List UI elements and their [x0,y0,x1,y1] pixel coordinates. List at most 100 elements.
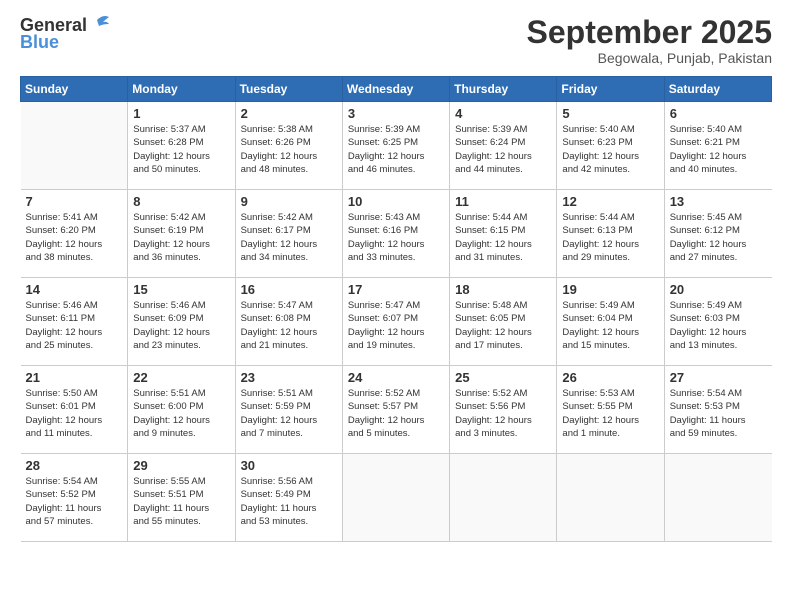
day-info: Sunrise: 5:39 AM Sunset: 6:24 PM Dayligh… [455,123,551,176]
day-info: Sunrise: 5:37 AM Sunset: 6:28 PM Dayligh… [133,123,229,176]
day-info: Sunrise: 5:41 AM Sunset: 6:20 PM Dayligh… [26,211,123,264]
weekday-header-thursday: Thursday [450,77,557,102]
calendar-day-cell: 22 Sunrise: 5:51 AM Sunset: 6:00 PM Dayli… [128,366,235,454]
title-section: September 2025 Begowala, Punjab, Pakista… [527,15,772,66]
day-info: Sunrise: 5:47 AM Sunset: 6:07 PM Dayligh… [348,299,444,352]
calendar-day-cell: 23 Sunrise: 5:51 AM Sunset: 5:59 PM Dayli… [235,366,342,454]
calendar-day-cell: 16 Sunrise: 5:47 AM Sunset: 6:08 PM Dayli… [235,278,342,366]
day-number: 14 [26,282,123,297]
calendar-day-cell: 2 Sunrise: 5:38 AM Sunset: 6:26 PM Daylig… [235,102,342,190]
day-number: 26 [562,370,658,385]
calendar-day-cell: 28 Sunrise: 5:54 AM Sunset: 5:52 PM Dayli… [21,454,128,542]
calendar-day-cell: 15 Sunrise: 5:46 AM Sunset: 6:09 PM Dayli… [128,278,235,366]
day-info: Sunrise: 5:50 AM Sunset: 6:01 PM Dayligh… [26,387,123,440]
calendar-day-cell: 13Sunrise: 5:45 AM Sunset: 6:12 PM Dayli… [664,190,771,278]
day-number: 15 [133,282,229,297]
day-info: Sunrise: 5:44 AM Sunset: 6:15 PM Dayligh… [455,211,551,264]
day-info: Sunrise: 5:54 AM Sunset: 5:53 PM Dayligh… [670,387,767,440]
weekday-header-friday: Friday [557,77,664,102]
day-info: Sunrise: 5:42 AM Sunset: 6:19 PM Dayligh… [133,211,229,264]
empty-cell [557,454,664,542]
day-number: 8 [133,194,229,209]
day-info: Sunrise: 5:39 AM Sunset: 6:25 PM Dayligh… [348,123,444,176]
day-number: 17 [348,282,444,297]
header: General Blue September 2025 Begowala, Pu… [20,15,772,66]
day-info: Sunrise: 5:48 AM Sunset: 6:05 PM Dayligh… [455,299,551,352]
calendar-day-cell: 21 Sunrise: 5:50 AM Sunset: 6:01 PM Dayli… [21,366,128,454]
day-number: 29 [133,458,229,473]
weekday-header-sunday: Sunday [21,77,128,102]
logo-blue: Blue [20,32,111,53]
day-info: Sunrise: 5:47 AM Sunset: 6:08 PM Dayligh… [241,299,337,352]
calendar-day-cell: 27 Sunrise: 5:54 AM Sunset: 5:53 PM Dayli… [664,366,771,454]
empty-cell [342,454,449,542]
calendar-day-cell: 1 Sunrise: 5:37 AM Sunset: 6:28 PM Daylig… [128,102,235,190]
page: General Blue September 2025 Begowala, Pu… [0,0,792,612]
day-info: Sunrise: 5:45 AM Sunset: 6:12 PM Dayligh… [670,211,767,264]
weekday-header-saturday: Saturday [664,77,771,102]
day-number: 22 [133,370,229,385]
day-number: 28 [26,458,123,473]
logo: General Blue [20,15,111,52]
calendar-week-row: 1 Sunrise: 5:37 AM Sunset: 6:28 PM Daylig… [21,102,772,190]
calendar-day-cell: 14 Sunrise: 5:46 AM Sunset: 6:11 PM Dayli… [21,278,128,366]
calendar-week-row: 14 Sunrise: 5:46 AM Sunset: 6:11 PM Dayli… [21,278,772,366]
day-info: Sunrise: 5:49 AM Sunset: 6:03 PM Dayligh… [670,299,767,352]
day-info: Sunrise: 5:56 AM Sunset: 5:49 PM Dayligh… [241,475,337,528]
calendar-day-cell: 10Sunrise: 5:43 AM Sunset: 6:16 PM Dayli… [342,190,449,278]
day-info: Sunrise: 5:38 AM Sunset: 6:26 PM Dayligh… [241,123,337,176]
day-number: 24 [348,370,444,385]
day-info: Sunrise: 5:44 AM Sunset: 6:13 PM Dayligh… [562,211,658,264]
weekday-header-wednesday: Wednesday [342,77,449,102]
day-number: 30 [241,458,337,473]
empty-cell [21,102,128,190]
day-number: 19 [562,282,658,297]
empty-cell [450,454,557,542]
day-info: Sunrise: 5:46 AM Sunset: 6:09 PM Dayligh… [133,299,229,352]
calendar-day-cell: 7Sunrise: 5:41 AM Sunset: 6:20 PM Daylig… [21,190,128,278]
day-number: 18 [455,282,551,297]
day-number: 25 [455,370,551,385]
day-number: 1 [133,106,229,121]
month-title: September 2025 [527,15,772,50]
day-info: Sunrise: 5:51 AM Sunset: 6:00 PM Dayligh… [133,387,229,440]
calendar-day-cell: 24 Sunrise: 5:52 AM Sunset: 5:57 PM Dayli… [342,366,449,454]
calendar-day-cell: 18 Sunrise: 5:48 AM Sunset: 6:05 PM Dayli… [450,278,557,366]
calendar-day-cell: 6Sunrise: 5:40 AM Sunset: 6:21 PM Daylig… [664,102,771,190]
day-number: 27 [670,370,767,385]
calendar-day-cell: 20Sunrise: 5:49 AM Sunset: 6:03 PM Dayli… [664,278,771,366]
calendar-day-cell: 12 Sunrise: 5:44 AM Sunset: 6:13 PM Dayli… [557,190,664,278]
day-info: Sunrise: 5:52 AM Sunset: 5:57 PM Dayligh… [348,387,444,440]
day-number: 11 [455,194,551,209]
day-info: Sunrise: 5:51 AM Sunset: 5:59 PM Dayligh… [241,387,337,440]
day-number: 3 [348,106,444,121]
calendar-table: SundayMondayTuesdayWednesdayThursdayFrid… [20,76,772,542]
calendar-day-cell: 26 Sunrise: 5:53 AM Sunset: 5:55 PM Dayli… [557,366,664,454]
day-info: Sunrise: 5:55 AM Sunset: 5:51 PM Dayligh… [133,475,229,528]
day-info: Sunrise: 5:49 AM Sunset: 6:04 PM Dayligh… [562,299,658,352]
calendar-day-cell: 29 Sunrise: 5:55 AM Sunset: 5:51 PM Dayli… [128,454,235,542]
calendar-day-cell: 11 Sunrise: 5:44 AM Sunset: 6:15 PM Dayli… [450,190,557,278]
calendar-week-row: 7Sunrise: 5:41 AM Sunset: 6:20 PM Daylig… [21,190,772,278]
day-info: Sunrise: 5:46 AM Sunset: 6:11 PM Dayligh… [26,299,123,352]
calendar-day-cell: 8 Sunrise: 5:42 AM Sunset: 6:19 PM Daylig… [128,190,235,278]
empty-cell [664,454,771,542]
day-info: Sunrise: 5:53 AM Sunset: 5:55 PM Dayligh… [562,387,658,440]
day-number: 23 [241,370,337,385]
calendar-day-cell: 17 Sunrise: 5:47 AM Sunset: 6:07 PM Dayli… [342,278,449,366]
calendar-day-cell: 3 Sunrise: 5:39 AM Sunset: 6:25 PM Daylig… [342,102,449,190]
day-number: 2 [241,106,337,121]
day-number: 6 [670,106,767,121]
weekday-header-monday: Monday [128,77,235,102]
calendar-day-cell: 4 Sunrise: 5:39 AM Sunset: 6:24 PM Daylig… [450,102,557,190]
day-number: 4 [455,106,551,121]
calendar-day-cell: 30 Sunrise: 5:56 AM Sunset: 5:49 PM Dayli… [235,454,342,542]
day-number: 16 [241,282,337,297]
day-info: Sunrise: 5:54 AM Sunset: 5:52 PM Dayligh… [26,475,123,528]
weekday-header-row: SundayMondayTuesdayWednesdayThursdayFrid… [21,77,772,102]
day-number: 21 [26,370,123,385]
day-number: 12 [562,194,658,209]
calendar-day-cell: 5Sunrise: 5:40 AM Sunset: 6:23 PM Daylig… [557,102,664,190]
day-info: Sunrise: 5:43 AM Sunset: 6:16 PM Dayligh… [348,211,444,264]
location: Begowala, Punjab, Pakistan [527,50,772,66]
